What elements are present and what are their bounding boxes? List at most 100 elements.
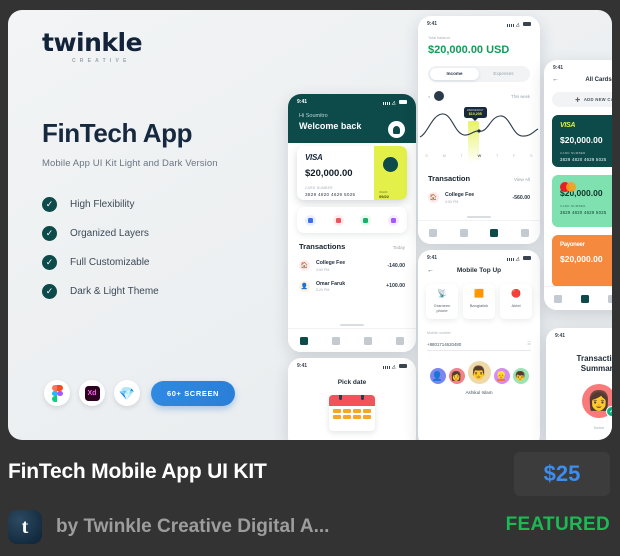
visa-card[interactable]: VISA $20,000.00 CARD NUMBER 3829 4820 46… bbox=[297, 146, 407, 200]
mockup-balance-screen: 9:41 △ Total balance $20,000.00 USD Inco… bbox=[418, 16, 540, 244]
topup-header: ← Mobile Top Up bbox=[418, 263, 540, 274]
back-arrow-icon[interactable]: ← bbox=[552, 76, 559, 83]
status-icons: △ bbox=[383, 363, 407, 369]
card-number-label: CARD NUMBER bbox=[560, 151, 586, 155]
verified-check-icon: ✓ bbox=[606, 406, 612, 417]
contact-avatar[interactable]: 👦 bbox=[512, 368, 529, 385]
contact-avatar-selected[interactable]: 👨 bbox=[467, 361, 491, 385]
signal-icon bbox=[383, 363, 390, 369]
nav-cards-icon[interactable] bbox=[459, 228, 468, 237]
operator-card[interactable]: 🟧 Bangialink bbox=[463, 284, 495, 320]
battery-icon bbox=[399, 100, 407, 104]
transaction-info: College Fee 4:50 PM bbox=[445, 192, 512, 204]
quick-action-topup[interactable] bbox=[360, 214, 372, 226]
bottom-nav-bar bbox=[544, 286, 612, 310]
nav-home-icon[interactable] bbox=[300, 336, 308, 345]
check-icon: ✓ bbox=[42, 197, 57, 212]
transaction-row[interactable]: 🏠 College Fee 4:50 PM -140.00 bbox=[299, 260, 405, 272]
transaction-avatar-icon: 🏠 bbox=[428, 192, 439, 204]
transaction-amount: -560.00 bbox=[512, 194, 530, 201]
transaction-row[interactable]: 👤 Omar Faruk 5:20 PM +100.00 bbox=[299, 280, 405, 292]
nav-cards-icon[interactable] bbox=[332, 336, 340, 345]
tab-income[interactable]: Income bbox=[430, 68, 479, 80]
topup-title: Mobile Top Up bbox=[456, 267, 502, 274]
figma-badge bbox=[44, 380, 70, 406]
summary-avatar: 👩 ✓ bbox=[582, 384, 612, 418]
nav-cards-icon[interactable] bbox=[580, 294, 589, 303]
back-arrow-icon[interactable]: ← bbox=[427, 267, 434, 274]
nav-home-icon[interactable] bbox=[553, 294, 562, 303]
status-time: 9:41 bbox=[553, 65, 564, 71]
feature-item: ✓ Full Customizable bbox=[42, 255, 292, 270]
bank-card-visa[interactable]: VISA $20,000.00 CARD NUMBER 3829 4820 46… bbox=[552, 115, 612, 167]
product-title: FinTech Mobile App UI KIT bbox=[8, 460, 267, 483]
transactions-filter-dropdown[interactable]: Today bbox=[393, 245, 405, 250]
author-row[interactable]: t by Twinkle Creative Digital A... bbox=[8, 510, 329, 544]
author-avatar: t bbox=[8, 510, 42, 544]
feature-label: Organized Layers bbox=[70, 228, 149, 239]
battery-icon bbox=[523, 256, 531, 260]
feature-item: ✓ Dark & Light Theme bbox=[42, 284, 292, 299]
nav-profile-icon[interactable] bbox=[396, 336, 404, 345]
operator-card[interactable]: 🔴 Airtel bbox=[500, 284, 532, 320]
mockup-topup-screen: 9:41 △ ← Mobile Top Up 📡 Grameen phone � bbox=[418, 250, 540, 440]
nav-stats-icon[interactable] bbox=[607, 294, 612, 303]
status-icons: △ bbox=[383, 99, 407, 105]
preview-image[interactable]: twinkle CREATIVE FinTech App Mobile App … bbox=[8, 10, 612, 440]
signal-icon bbox=[507, 255, 514, 261]
contact-avatar[interactable]: 👱 bbox=[493, 368, 510, 385]
add-new-card-button[interactable]: ➕ ADD NEW CARD bbox=[552, 92, 612, 107]
check-icon: ✓ bbox=[42, 226, 57, 241]
transaction-row[interactable]: 🏠 College Fee 4:50 PM -560.00 bbox=[428, 192, 530, 204]
mobile-number-label: Mobile number bbox=[427, 331, 451, 336]
nav-stats-icon[interactable] bbox=[490, 228, 499, 237]
contact-avatar-carousel: 👤 👩 👨 👱 👦 bbox=[418, 351, 540, 385]
transaction-avatar-icon: 🏠 bbox=[299, 260, 310, 272]
price-badge[interactable]: $25 bbox=[514, 452, 610, 496]
transaction-info: College Fee 4:50 PM bbox=[316, 260, 387, 272]
figma-icon bbox=[51, 385, 63, 402]
chart-day-labels: S M T W T F S bbox=[418, 153, 540, 158]
plus-icon: ➕ bbox=[575, 96, 581, 102]
operator-icon: 📡 bbox=[437, 289, 447, 298]
operator-name: Bangialink bbox=[469, 303, 489, 308]
card-balance: $20,000.00 bbox=[560, 254, 603, 264]
contact-avatar[interactable]: 👩 bbox=[448, 368, 465, 385]
view-all-link[interactable]: View All bbox=[514, 177, 530, 182]
nav-home-icon[interactable] bbox=[429, 228, 438, 237]
all-cards-title: All Cards bbox=[585, 76, 612, 83]
feature-item: ✓ High Flexibility bbox=[42, 197, 292, 212]
tab-expenses[interactable]: Expenses bbox=[479, 68, 528, 80]
nav-profile-icon[interactable] bbox=[520, 228, 529, 237]
notification-bell-button[interactable] bbox=[388, 121, 405, 138]
product-footer: FinTech Mobile App UI KIT $25 t by Twink… bbox=[0, 440, 620, 556]
bank-card-mastercard[interactable]: $20,000.00 CARD NUMBER 3829 4820 4629 50… bbox=[552, 175, 612, 227]
transaction-time: 4:50 PM bbox=[316, 267, 330, 272]
status-bar: 9:41 △ bbox=[418, 16, 540, 29]
chart-tooltip-value: $10,205 bbox=[468, 112, 482, 116]
nav-stats-icon[interactable] bbox=[364, 336, 372, 345]
chart-range-dropdown[interactable]: This week bbox=[511, 94, 530, 99]
status-time: 9:41 bbox=[427, 255, 438, 261]
bank-card-payoneer[interactable]: Payoneer $20,000.00 bbox=[552, 235, 612, 287]
pick-date-title: Pick date bbox=[337, 379, 367, 386]
signal-icon bbox=[383, 99, 390, 105]
contact-avatar[interactable]: 👤 bbox=[429, 368, 446, 385]
transaction-avatar-icon: 👤 bbox=[299, 280, 310, 292]
brand-logo-word: twinkle bbox=[42, 28, 143, 57]
brand-logo-subtitle: CREATIVE bbox=[72, 58, 131, 64]
wifi-icon: △ bbox=[392, 363, 396, 369]
mobile-number-input[interactable]: +8801714620480 ☰ bbox=[427, 338, 531, 352]
tool-badges-row: Xd 💎 60+ SCREEN bbox=[44, 380, 236, 406]
feature-label: Dark & Light Theme bbox=[70, 286, 159, 297]
add-card-label: ADD NEW CARD bbox=[583, 97, 612, 102]
contacts-icon[interactable]: ☰ bbox=[527, 341, 531, 347]
quick-action-send[interactable] bbox=[305, 214, 317, 226]
chart-tooltip-label: WEDNESDAY bbox=[467, 109, 484, 112]
bell-icon bbox=[393, 125, 400, 134]
operator-card[interactable]: 📡 Grameen phone bbox=[426, 284, 458, 320]
quick-action-more[interactable] bbox=[387, 214, 399, 226]
transaction-amount: +100.00 bbox=[386, 283, 405, 290]
quick-action-request[interactable] bbox=[332, 214, 344, 226]
feature-label: High Flexibility bbox=[70, 199, 135, 210]
